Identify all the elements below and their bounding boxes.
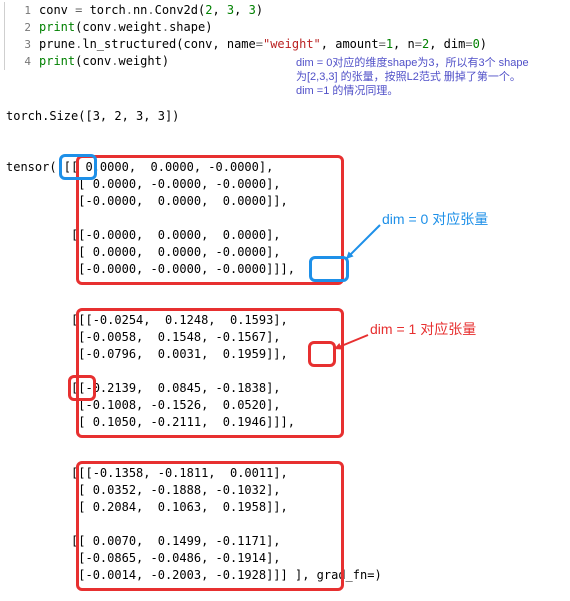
code-line: prune.ln_structured(conv, name="weight",… (39, 36, 487, 53)
code-line: print(conv.weight.shape) (39, 19, 212, 36)
output-area: torch.Size([3, 2, 3, 3]) tensor([[[ 0.00… (6, 74, 570, 601)
gutter-number: 1 (5, 2, 39, 19)
gutter-number: 3 (5, 36, 39, 53)
dim1-label: dim = 1 对应张量 (370, 321, 476, 338)
dim0-label: dim = 0 对应张量 (382, 211, 488, 228)
code-line: conv = torch.nn.Conv2d(2, 3, 3) (39, 2, 263, 19)
code-line: print(conv.weight) (39, 53, 169, 70)
size-line: torch.Size([3, 2, 3, 3]) (6, 108, 570, 125)
gutter-number: 2 (5, 19, 39, 36)
annotation-line: dim = 0对应的维度shape为3，所以有3个 shape (296, 56, 556, 70)
tensor-output: tensor([[[ 0.0000, 0.0000, -0.0000], [ 0… (6, 159, 570, 584)
gutter-number: 4 (5, 53, 39, 70)
